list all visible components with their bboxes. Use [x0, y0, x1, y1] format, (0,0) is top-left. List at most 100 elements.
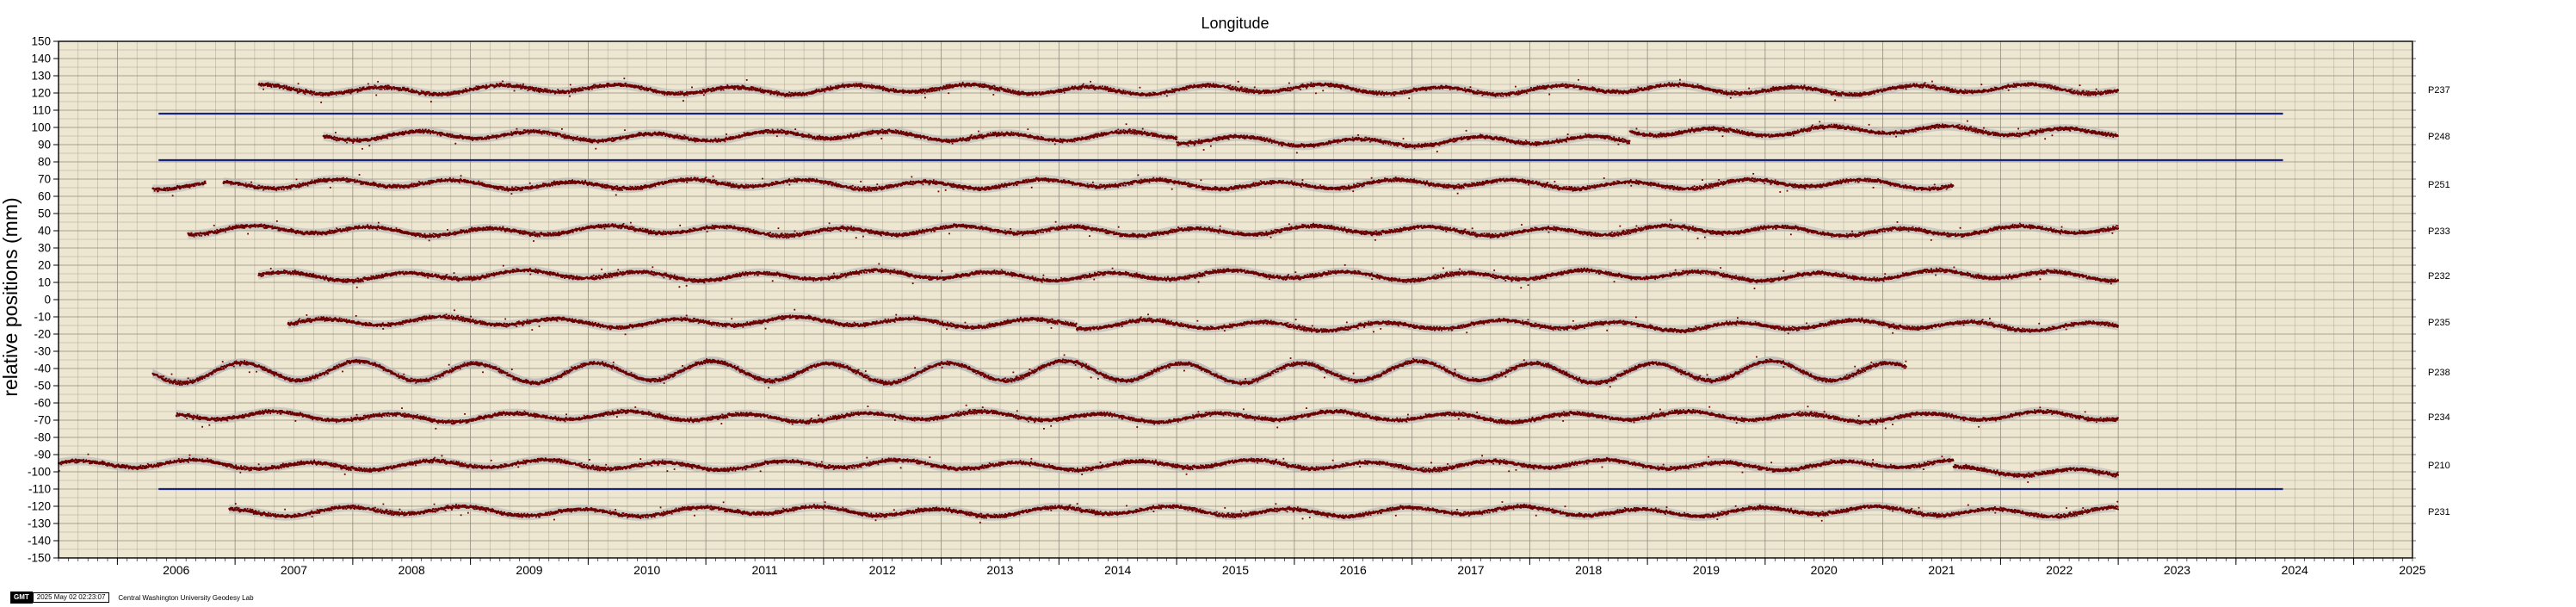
data-point [502, 81, 503, 83]
data-point [1232, 86, 1234, 88]
data-point [641, 86, 643, 88]
data-point [915, 92, 917, 94]
data-point [547, 88, 548, 90]
data-point [1238, 81, 1239, 83]
data-point [776, 90, 778, 92]
grid [59, 41, 2412, 558]
data-point [607, 86, 608, 88]
data-point [298, 83, 300, 84]
data-point [843, 87, 845, 89]
gps-timeseries-chart: Longitude relative positions (mm) 2006 20… [0, 0, 2576, 607]
data-point [284, 85, 286, 87]
data-point [1072, 86, 1074, 88]
data-point [1279, 91, 1281, 93]
data-point [287, 86, 288, 88]
data-point [1113, 88, 1115, 90]
data-point [1078, 88, 1080, 90]
data-point [271, 86, 273, 88]
data-point [363, 86, 365, 88]
data-point [691, 87, 693, 89]
data-point [297, 89, 299, 90]
data-point [1229, 84, 1231, 86]
data-point [1064, 92, 1066, 94]
data-point [703, 90, 705, 91]
data-point [819, 89, 820, 90]
data-point [1213, 83, 1214, 84]
data-point [591, 89, 593, 90]
data-point [938, 90, 940, 91]
data-point [991, 85, 993, 87]
data-point [664, 94, 665, 96]
data-point [350, 93, 352, 95]
data-point [1166, 96, 1168, 97]
data-point [377, 81, 379, 83]
data-point [541, 90, 543, 92]
data-point [1246, 89, 1248, 90]
data-point [682, 91, 683, 93]
data-point [454, 93, 455, 95]
data-point [522, 84, 524, 85]
data-point [1241, 86, 1243, 88]
data-point [381, 89, 383, 90]
data-point [485, 84, 487, 86]
data-point [893, 88, 894, 90]
data-point [520, 84, 522, 86]
data-point [1127, 90, 1129, 92]
data-point [734, 88, 736, 90]
data-point [384, 89, 386, 90]
data-point [945, 88, 947, 90]
data-point [860, 87, 862, 89]
data-point [582, 90, 584, 91]
data-point [650, 87, 652, 89]
data-point [516, 87, 517, 89]
data-point [357, 91, 359, 93]
data-point [313, 91, 315, 93]
data-point [884, 87, 886, 89]
data-point [1228, 85, 1230, 87]
data-point [570, 84, 571, 86]
data-point [1186, 89, 1188, 90]
data-point [520, 88, 522, 90]
data-point [263, 89, 264, 90]
data-point [299, 88, 300, 90]
data-point [1300, 89, 1301, 90]
data-point [442, 95, 443, 96]
data-point [448, 95, 449, 96]
data-point [369, 89, 371, 90]
data-point [1102, 85, 1103, 87]
data-point [924, 92, 926, 94]
data-point [760, 88, 762, 90]
data-point [623, 77, 625, 79]
data-point [336, 94, 337, 96]
data-point [473, 90, 474, 91]
data-point [1307, 85, 1309, 87]
data-point [752, 90, 754, 91]
data-point [860, 83, 862, 84]
data-point [305, 93, 306, 95]
data-point [962, 82, 964, 84]
data-point [1289, 90, 1291, 92]
data-point [762, 89, 763, 90]
data-point [824, 91, 825, 93]
data-point [746, 79, 748, 81]
data-point [1093, 85, 1095, 87]
data-point [936, 90, 938, 91]
data-point [1245, 87, 1246, 89]
data-point [625, 83, 627, 84]
data-point [989, 85, 991, 87]
data-point [788, 91, 790, 93]
data-point [320, 102, 322, 103]
data-point [293, 87, 294, 89]
data-point [948, 92, 949, 94]
data-point [535, 87, 537, 89]
data-point [569, 96, 571, 97]
data-point [723, 89, 725, 90]
data-point [571, 92, 573, 94]
data-point [979, 83, 981, 84]
data-point [1090, 81, 1091, 83]
data-point [677, 91, 679, 93]
data-point [774, 94, 775, 96]
data-point [544, 88, 546, 90]
data-point [848, 86, 849, 88]
data-point [856, 83, 857, 84]
